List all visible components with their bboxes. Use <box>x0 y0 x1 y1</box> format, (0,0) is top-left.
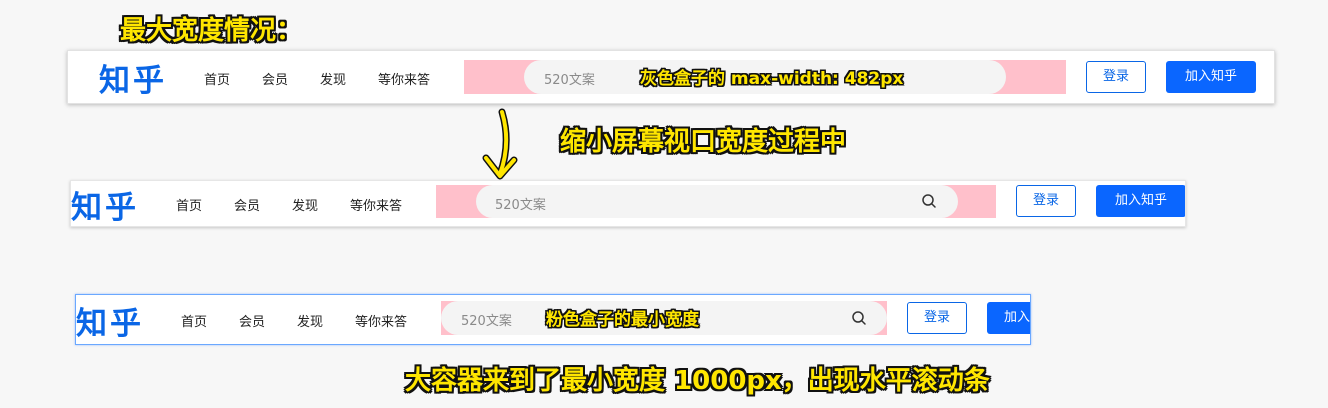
nav-member[interactable]: 会员 <box>262 69 288 88</box>
join-button[interactable]: 加入知乎 <box>1166 61 1256 93</box>
search-icon[interactable] <box>851 310 867 326</box>
nav-waiting-answers[interactable]: 等你来答 <box>350 195 402 214</box>
nav-discover[interactable]: 发现 <box>292 195 318 214</box>
login-button[interactable]: 登录 <box>907 302 967 334</box>
join-button[interactable]: 加入知乎 <box>1096 185 1185 217</box>
header-shrinking: 知乎 首页 会员 发现 等你来答 520文案 登录 加入知乎 <box>70 180 1186 227</box>
nav-waiting-answers[interactable]: 等你来答 <box>378 69 430 88</box>
annotation-gray-box-max: 灰色盒子的 max-width: 482px <box>640 69 904 89</box>
login-button[interactable]: 登录 <box>1016 185 1076 217</box>
search-placeholder: 520文案 <box>544 73 595 88</box>
nav-home[interactable]: 首页 <box>204 69 230 88</box>
search-placeholder: 520文案 <box>461 314 512 329</box>
nav-member[interactable]: 会员 <box>234 195 260 214</box>
annotation-pink-box-min: 粉色盒子的最小宽度 <box>546 310 699 330</box>
nav-home[interactable]: 首页 <box>176 195 202 214</box>
annotation-min-width: 大容器来到了最小宽度 1000px，出现水平滚动条 <box>405 366 990 396</box>
nav-waiting-answers[interactable]: 等你来答 <box>355 311 407 330</box>
logo[interactable]: 知乎 <box>71 182 139 226</box>
annotation-max-width-title: 最大宽度情况： <box>120 16 303 46</box>
header-min-width: 知乎 首页 会员 发现 等你来答 520文案 粉色盒子的最小宽度 登录 加入 <box>75 294 1031 345</box>
logo[interactable]: 知乎 <box>99 55 167 100</box>
search-placeholder: 520文案 <box>495 198 546 213</box>
nav-discover[interactable]: 发现 <box>320 69 346 88</box>
nav-member[interactable]: 会员 <box>239 311 265 330</box>
join-button[interactable]: 加入 <box>987 302 1030 334</box>
nav-home[interactable]: 首页 <box>181 311 207 330</box>
header-max-width: 知乎 首页 会员 发现 等你来答 520文案 灰色盒子的 max-width: … <box>67 50 1275 104</box>
logo[interactable]: 知乎 <box>76 298 144 343</box>
search-box[interactable] <box>476 185 958 218</box>
login-button[interactable]: 登录 <box>1086 61 1146 93</box>
annotation-shrinking: 缩小屏幕视口宽度过程中 <box>560 127 847 157</box>
search-icon[interactable] <box>921 193 937 209</box>
down-arrow-icon <box>482 108 518 180</box>
nav-discover[interactable]: 发现 <box>297 311 323 330</box>
